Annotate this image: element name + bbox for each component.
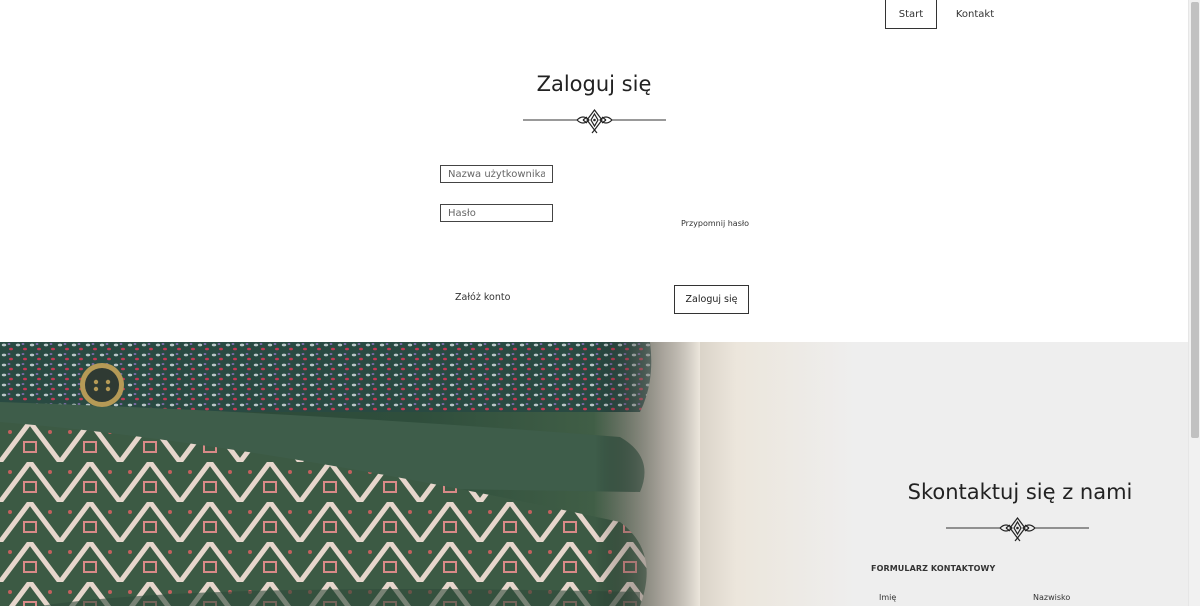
page-scrollbar[interactable]	[1188, 0, 1200, 606]
sweater-stack-image	[0, 342, 700, 606]
first-name-label: Imię	[879, 593, 897, 602]
login-button[interactable]: Zaloguj się	[674, 285, 749, 314]
ornament-divider-icon	[946, 517, 1089, 542]
remind-password-link[interactable]: Przypomnij hasło	[681, 219, 749, 228]
contact-title: Skontaktuj się z nami	[907, 480, 1133, 504]
top-nav: Start Kontakt	[885, 0, 1013, 29]
nav-contact-link[interactable]: Kontakt	[937, 0, 1013, 29]
ornament-divider-icon	[523, 109, 666, 134]
last-name-label: Nazwisko	[1033, 593, 1071, 602]
contact-form-heading: FORMULARZ KONTAKTOWY	[871, 564, 996, 573]
username-input[interactable]	[440, 165, 553, 183]
login-title: Zaloguj się	[536, 72, 652, 96]
nav-start-link[interactable]: Start	[885, 0, 937, 29]
scrollbar-thumb[interactable]	[1191, 2, 1199, 438]
hero-image-section	[0, 342, 1188, 606]
password-input[interactable]	[440, 204, 553, 222]
register-link[interactable]: Załóż konto	[455, 292, 510, 303]
